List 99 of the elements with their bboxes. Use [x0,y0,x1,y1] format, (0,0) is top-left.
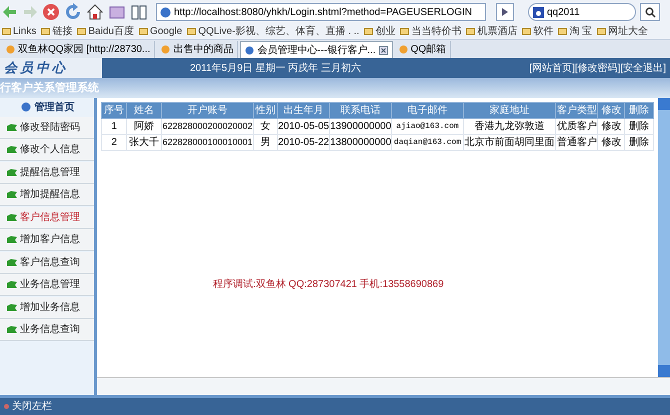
bookmark-link[interactable]: 淘 宝 [558,26,592,38]
folder-icon [466,27,476,36]
folder-icon [41,27,50,36]
scrollbar[interactable] [658,98,670,377]
column-header: 电子邮件 [392,102,464,118]
table-cell: 1 [102,118,127,134]
table-cell: ajiao@163.com [392,118,464,134]
sidebar-item[interactable]: 增加业务信息 [0,296,94,318]
table-cell: 阿娇 [126,118,162,134]
column-header: 序号 [102,102,127,118]
sidebar-item[interactable]: 提醒信息管理 [0,162,94,184]
leaf-icon [6,212,18,222]
sidebar-item[interactable]: 增加提醒信息 [0,184,94,206]
folder-icon [138,27,148,36]
search-field[interactable]: qq2011 [528,3,636,21]
credit-text: 程序调试:双鱼林 QQ:287307421 手机:13558690869 [213,278,445,292]
leaf-icon [6,145,18,154]
sidebar-item[interactable]: 客户信息查询 [0,252,94,274]
sidebar-item[interactable]: 修改登陆密码 [0,116,94,138]
table-cell: 13800000000 [330,134,392,150]
close-sidebar-link[interactable]: 关闭左栏 [4,399,52,414]
leaf-icon [6,280,18,289]
column-header: 联系电话 [330,102,392,118]
table-cell[interactable]: 修改 [598,134,625,150]
bookmark-link[interactable]: Baidu百度 [77,26,134,38]
play-icon [501,8,509,16]
table-cell: 普通客户 [556,134,598,150]
folder-icon [522,27,532,36]
header-link[interactable]: [安全退出] [620,60,666,76]
table-cell[interactable]: 删除 [624,134,654,150]
table-cell: 优质客户 [556,118,598,134]
table-cell: daqian@163.com [392,134,464,150]
column-header: 出生年月 [277,102,330,118]
folder-icon [558,27,568,36]
sidebar-item[interactable]: 业务信息查询 [0,319,94,341]
header-link[interactable]: [网站首页] [529,60,575,76]
bookmark-link[interactable]: 机票酒店 [466,26,518,38]
folder-icon [2,27,11,36]
close-icon[interactable] [378,46,388,54]
stop-icon[interactable] [42,3,60,21]
column-header: 开户账号 [161,102,254,118]
dot-icon [4,404,9,409]
table-cell: 2010-05-22 [277,134,330,150]
bookmark-link[interactable]: QQLive-影视、综艺、体育、直播 . .. [187,26,360,38]
bookmark-link[interactable]: Links [2,26,36,38]
column-header: 性别 [254,102,278,118]
column-header: 删除 [624,102,654,118]
folder-icon [400,27,410,36]
table-cell[interactable]: 修改 [598,118,625,134]
column-header: 客户类型 [556,102,598,118]
sidebar-title[interactable]: 管理首页 [0,98,94,116]
table-cell: 女 [254,118,278,134]
column-header: 修改 [598,102,625,118]
search-text: qq2011 [547,6,580,20]
folder-icon [187,27,196,36]
sidebar-item[interactable]: 增加客户信息 [0,229,94,251]
leaf-icon [6,190,18,199]
search-icon [644,6,656,18]
bookmark-link[interactable]: 网址大全 [597,26,648,38]
column-header: 姓名 [126,102,162,118]
logo: 会员中心 [0,58,102,78]
date-text: 2011年5月9日 星期一 丙戌年 三月初六 [190,62,361,76]
address-field[interactable]: http://localhost:8080/yhkh/Login.shtml?method=PAGEUSERLOGIN [156,3,486,21]
leaf-icon [6,302,18,312]
home-icon[interactable] [86,3,104,21]
address-text: http://localhost:8080/yhkh/Login.shtml?method=PAGEUSERLOGIN [174,6,472,20]
column-header: 家庭地址 [463,102,556,118]
table-cell: 622828000200020002 [161,118,254,134]
leaf-icon [6,325,18,334]
system-title-bar: 行客户关系管理系统 [0,78,670,98]
leaf-icon [6,168,18,176]
table-cell: 622828000100010001 [161,134,254,150]
table-cell: 香港九龙弥敦道 [463,118,556,134]
table-cell: 北京市前面胡同里面 [463,134,556,150]
table-cell: 张大千 [126,134,162,150]
table-cell[interactable]: 删除 [624,118,654,134]
table-cell: 2010-05-05 [277,118,330,134]
bookmark-link[interactable]: 链接 [41,26,72,38]
search-button[interactable] [640,3,660,21]
table-cell: 2 [102,134,127,150]
go-button[interactable] [496,3,514,21]
leaf-icon [6,258,18,266]
sidebar-item[interactable]: 修改个人信息 [0,139,94,161]
book-icon[interactable] [130,3,148,21]
leaf-icon [6,122,18,132]
bookmark-link[interactable]: 软件 [522,26,554,38]
bookmark-link[interactable]: 创业 [364,26,396,38]
leaf-icon [6,235,18,244]
header-link[interactable]: [修改密码] [574,60,620,76]
bookmark-link[interactable]: Google [138,26,182,38]
sidebar-item[interactable]: 客户信息管理 [0,206,94,228]
table-cell: 男 [254,134,278,150]
folder-icon [597,27,606,36]
folder-icon [364,27,374,36]
table-cell: 13900000000 [330,118,392,134]
browser-tab[interactable]: 会员管理中心---银行客户... [240,41,393,58]
sidebar-item[interactable]: 业务信息管理 [0,274,94,296]
folder-icon [77,27,86,36]
bookmark-link[interactable]: 当当特价书 [400,26,462,38]
